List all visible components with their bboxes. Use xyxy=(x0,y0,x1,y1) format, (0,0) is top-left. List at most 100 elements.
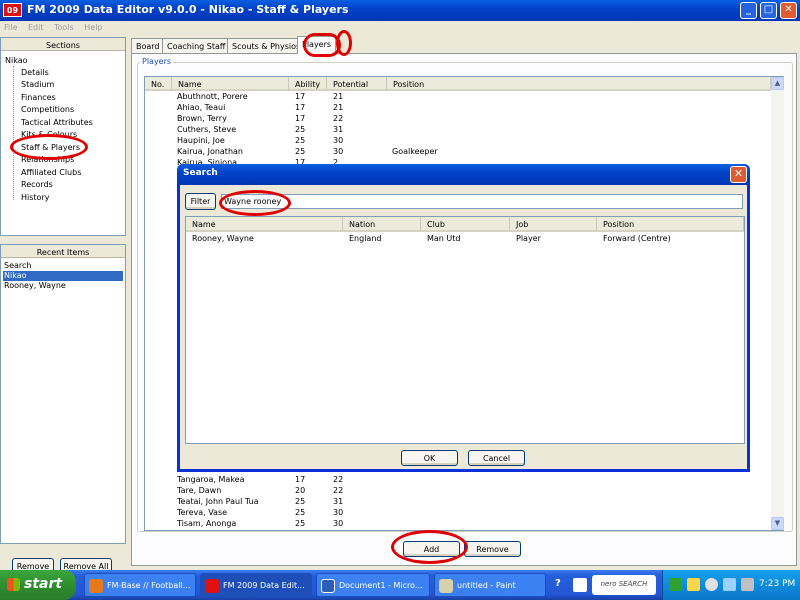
player-ability: 17 xyxy=(295,475,306,484)
section-affiliated-clubs[interactable]: Affiliated Clubs xyxy=(21,168,81,177)
result-col-position[interactable]: Position xyxy=(597,217,744,232)
firefox-icon xyxy=(89,579,103,593)
scroll-down-icon[interactable]: ▼ xyxy=(771,517,784,530)
folder-icon[interactable] xyxy=(687,578,700,591)
player-potential: 30 xyxy=(333,147,344,156)
recent-items-panel: Recent Items Search Nikao Rooney, Wayne xyxy=(0,244,126,544)
tab-board[interactable]: Board xyxy=(131,38,165,53)
task-label: FM 2009 Data Edit... xyxy=(223,581,305,590)
filter-button[interactable]: Filter xyxy=(185,193,216,210)
help-icon[interactable]: ? xyxy=(555,578,561,589)
result-col-nation[interactable]: Nation xyxy=(343,217,421,232)
system-tray: 7:23 PM xyxy=(662,570,800,600)
arrow-icon[interactable] xyxy=(669,578,682,591)
start-button[interactable]: start xyxy=(0,570,76,600)
section-competitions[interactable]: Competitions xyxy=(21,105,74,114)
speaker-icon[interactable] xyxy=(741,578,754,591)
result-club: Man Utd xyxy=(427,234,461,243)
menu-tools[interactable]: Tools xyxy=(50,21,78,32)
table-row[interactable]: Tare, Dawn 20 22 xyxy=(145,486,771,497)
player-name: Teatai, John Paul Tua xyxy=(177,497,259,506)
task-document1[interactable]: Document1 - Micro... xyxy=(316,573,430,597)
table-row[interactable]: Cuthers, Steve 25 31 xyxy=(145,125,771,136)
menu-edit[interactable]: Edit xyxy=(24,21,48,32)
section-kits-colours[interactable]: Kits & Colours xyxy=(21,130,77,139)
player-potential: 22 xyxy=(333,475,344,484)
ok-button[interactable]: OK xyxy=(401,450,458,466)
player-name: Kairua, Jonathan xyxy=(177,147,243,156)
tab-players[interactable]: Players xyxy=(297,36,337,54)
section-finances[interactable]: Finances xyxy=(21,93,56,102)
task-paint[interactable]: untitled - Paint xyxy=(434,573,546,597)
col-header-position[interactable]: Position xyxy=(387,77,771,91)
tab-scouts-physios[interactable]: Scouts & Physios xyxy=(227,38,306,53)
search-dialog-title: Search xyxy=(183,168,218,178)
add-button[interactable]: Add xyxy=(403,541,460,557)
player-name: Ahiao, Teaui xyxy=(177,103,226,112)
result-col-job[interactable]: Job xyxy=(510,217,597,232)
table-row[interactable]: Tangaroa, Makea 17 22 xyxy=(145,475,771,486)
table-row[interactable]: Abuthnott, Porere 17 21 xyxy=(145,92,771,103)
recent-item-nikao[interactable]: Nikao xyxy=(3,271,123,281)
maximize-button[interactable]: □ xyxy=(760,2,777,19)
task-label: Document1 - Micro... xyxy=(339,581,423,590)
windows-logo-icon xyxy=(7,578,20,591)
task-fm-base[interactable]: FM-Base // Football... xyxy=(84,573,196,597)
player-name: Abuthnott, Porere xyxy=(177,92,248,101)
table-row[interactable]: Brown, Terry 17 22 xyxy=(145,114,771,125)
scroll-up-icon[interactable]: ▲ xyxy=(771,77,784,90)
col-header-no[interactable]: No. xyxy=(145,77,172,91)
section-history[interactable]: History xyxy=(21,193,49,202)
shield-icon[interactable] xyxy=(705,578,718,591)
player-name: Tare, Dawn xyxy=(177,486,222,495)
section-stadium[interactable]: Stadium xyxy=(21,80,54,89)
search-results-list[interactable]: Name Nation Club Job Position Rooney, Wa… xyxy=(185,216,745,444)
minimize-button[interactable]: _ xyxy=(740,2,757,19)
task-fm-editor[interactable]: FM 2009 Data Edit... xyxy=(200,573,312,597)
recent-item-rooney[interactable]: Rooney, Wayne xyxy=(3,281,123,291)
table-row[interactable]: Ahiao, Teaui 17 21 xyxy=(145,103,771,114)
cancel-button[interactable]: Cancel xyxy=(468,450,525,466)
player-name: Tereva, Vase xyxy=(177,508,228,517)
section-records[interactable]: Records xyxy=(21,180,53,189)
keyboard-icon[interactable] xyxy=(573,578,587,592)
section-relationships[interactable]: Relationships xyxy=(21,155,74,164)
section-tactical-attributes[interactable]: Tactical Attributes xyxy=(21,118,93,127)
close-button[interactable]: ✕ xyxy=(780,2,797,19)
menu-file[interactable]: File xyxy=(0,21,21,32)
table-row[interactable]: Tisam, Anonga 25 30 xyxy=(145,519,771,530)
search-dialog: Search ✕ Filter Name Nation Club Job Pos… xyxy=(177,164,750,472)
section-staff-players[interactable]: Staff & Players xyxy=(21,143,80,152)
tree-root-nikao[interactable]: Nikao xyxy=(5,56,28,65)
col-header-potential[interactable]: Potential xyxy=(327,77,387,91)
search-close-button[interactable]: ✕ xyxy=(730,166,747,183)
remove-button[interactable]: Remove xyxy=(464,541,521,557)
table-row[interactable]: Kairua, Jonathan 25 30 Goalkeeper xyxy=(145,147,771,158)
result-name: Rooney, Wayne xyxy=(192,234,254,243)
clock: 7:23 PM xyxy=(759,579,796,589)
player-ability: 20 xyxy=(295,486,306,495)
recent-item-search[interactable]: Search xyxy=(3,261,123,271)
result-col-club[interactable]: Club xyxy=(421,217,510,232)
network-icon[interactable] xyxy=(723,578,736,591)
col-header-ability[interactable]: Ability xyxy=(289,77,327,91)
player-ability: 25 xyxy=(295,497,306,506)
table-row[interactable]: Teatai, John Paul Tua 25 31 xyxy=(145,497,771,508)
sections-panel: Sections Nikao Details Stadium Finances … xyxy=(0,37,126,236)
section-details[interactable]: Details xyxy=(21,68,49,77)
sections-header: Sections xyxy=(1,38,125,51)
tab-coaching-staff[interactable]: Coaching Staff xyxy=(162,38,231,53)
player-ability: 25 xyxy=(295,147,306,156)
table-row[interactable]: Haupini, Joe 25 30 xyxy=(145,136,771,147)
menu-help[interactable]: Help xyxy=(80,21,106,32)
players-scrollbar[interactable]: ▲ ▼ xyxy=(771,77,784,530)
nero-search-box[interactable]: nero SEARCH xyxy=(592,575,656,595)
col-header-name[interactable]: Name xyxy=(172,77,289,91)
result-col-name[interactable]: Name xyxy=(186,217,343,232)
players-group-label: Players xyxy=(140,57,174,66)
player-potential: 30 xyxy=(333,508,344,517)
menu-bar: File Edit Tools Help xyxy=(0,21,800,36)
table-row[interactable]: Tereva, Vase 25 30 xyxy=(145,508,771,519)
player-ability: 25 xyxy=(295,508,306,517)
search-input[interactable] xyxy=(221,194,743,209)
